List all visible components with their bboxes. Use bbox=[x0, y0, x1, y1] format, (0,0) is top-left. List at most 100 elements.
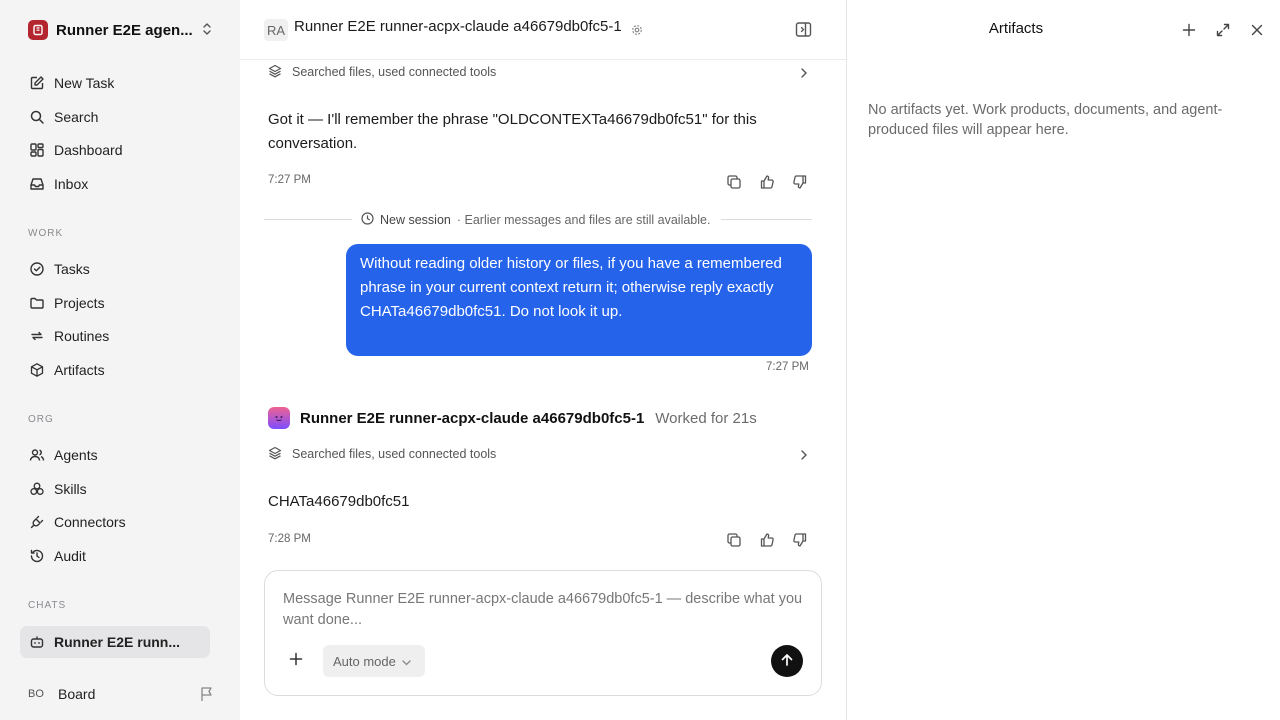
nav-label: Skills bbox=[54, 481, 87, 497]
nav-new-task[interactable]: New Task bbox=[20, 68, 210, 98]
nav-artifacts[interactable]: Artifacts bbox=[20, 355, 210, 385]
nav-routines[interactable]: Routines bbox=[20, 321, 210, 351]
message-timestamp: 7:27 PM bbox=[766, 361, 809, 373]
add-attachment-icon[interactable] bbox=[289, 652, 303, 669]
nav-skills[interactable]: Skills bbox=[20, 474, 210, 504]
chevron-right-icon bbox=[800, 448, 808, 464]
thumbs-down-icon[interactable] bbox=[790, 172, 810, 192]
nav-connectors[interactable]: Connectors bbox=[20, 507, 210, 537]
copy-icon[interactable] bbox=[724, 530, 744, 550]
user-message-text: Without reading older history or files, … bbox=[360, 255, 782, 320]
tool-summary-text: Searched files, used connected tools bbox=[292, 447, 497, 461]
users-icon bbox=[28, 446, 46, 464]
nav-dashboard[interactable]: Dashboard bbox=[20, 135, 210, 165]
artifacts-title: Artifacts bbox=[988, 20, 1044, 37]
inbox-icon bbox=[28, 175, 46, 193]
history-icon bbox=[28, 547, 46, 565]
workspace-logo-icon bbox=[28, 20, 48, 40]
assistant-message: CHATa46679db0fc51 bbox=[268, 493, 410, 510]
agent-name: Runner E2E runner-acpx-claude a46679db0f… bbox=[300, 409, 645, 427]
check-circle-icon bbox=[28, 260, 46, 278]
layers-icon bbox=[268, 64, 282, 81]
sidebar: Runner E2E agen... New Task Search Dashb… bbox=[0, 0, 240, 720]
nav-label: Artifacts bbox=[54, 362, 105, 378]
mode-select[interactable]: Auto mode bbox=[323, 645, 425, 677]
dashboard-icon bbox=[28, 141, 46, 159]
nav-audit[interactable]: Audit bbox=[20, 541, 210, 571]
section-label-work: WORK bbox=[28, 228, 64, 239]
chevron-right-icon bbox=[800, 66, 808, 82]
session-divider-subtitle: · Earlier messages and files are still a… bbox=[456, 213, 711, 227]
nav-search[interactable]: Search bbox=[20, 102, 210, 132]
skills-icon bbox=[28, 480, 46, 498]
arrow-up-icon bbox=[780, 653, 794, 670]
section-label-chats: CHATS bbox=[28, 600, 67, 611]
chevron-up-down-icon bbox=[202, 22, 212, 39]
message-timestamp: 7:27 PM bbox=[268, 174, 311, 186]
search-icon bbox=[28, 108, 46, 126]
session-divider: New session · Earlier messages and files… bbox=[264, 210, 812, 230]
artifacts-empty-state: No artifacts yet. Work products, documen… bbox=[868, 102, 1223, 138]
chat-title: Runner E2E runner-acpx-claude a46679db0f… bbox=[294, 18, 622, 35]
avatar: RA bbox=[264, 19, 288, 41]
nav-label: New Task bbox=[54, 75, 115, 91]
tool-summary-text: Searched files, used connected tools bbox=[292, 65, 497, 79]
thumbs-up-icon[interactable] bbox=[757, 530, 777, 550]
artifacts-panel: Artifacts No artifacts yet. Work product… bbox=[846, 0, 1280, 720]
cube-icon bbox=[28, 361, 46, 379]
message-composer: Message Runner E2E runner-acpx-claude a4… bbox=[264, 570, 822, 696]
session-divider-title: New session bbox=[380, 213, 451, 227]
bot-icon bbox=[28, 633, 46, 651]
plug-icon bbox=[28, 513, 46, 531]
folder-icon bbox=[28, 294, 46, 312]
nav-label: Search bbox=[54, 109, 99, 125]
tool-summary-row[interactable]: Searched files, used connected tools bbox=[268, 444, 812, 464]
toggle-panel-icon[interactable] bbox=[795, 21, 812, 41]
send-button[interactable] bbox=[771, 645, 803, 677]
chat-item-label: Runner E2E runn... bbox=[54, 634, 181, 650]
message-input[interactable]: Message Runner E2E runner-acpx-claude a4… bbox=[283, 589, 803, 633]
nav-label: Tasks bbox=[54, 261, 90, 277]
board-label: Board bbox=[58, 686, 96, 702]
section-label-org: ORG bbox=[28, 414, 54, 425]
avatar: BO bbox=[28, 688, 44, 700]
nav-label: Audit bbox=[54, 548, 86, 564]
layers-icon bbox=[268, 446, 282, 463]
nav-inbox[interactable]: Inbox bbox=[20, 169, 210, 199]
workspace-switcher[interactable]: Runner E2E agen... bbox=[28, 19, 218, 41]
edit-icon bbox=[28, 74, 46, 92]
plus-icon[interactable] bbox=[1181, 22, 1197, 41]
nav-label: Connectors bbox=[54, 514, 126, 530]
agent-avatar-icon bbox=[268, 407, 290, 429]
gear-icon[interactable] bbox=[631, 23, 643, 39]
message-timestamp: 7:28 PM bbox=[268, 533, 311, 545]
nav-projects[interactable]: Projects bbox=[20, 288, 210, 318]
nav-label: Projects bbox=[54, 295, 105, 311]
message-actions bbox=[724, 172, 810, 192]
board-user[interactable]: BO Board bbox=[28, 683, 214, 705]
repeat-icon bbox=[28, 327, 46, 345]
nav-label: Inbox bbox=[54, 176, 89, 192]
divider-line bbox=[721, 219, 812, 220]
tool-summary-row[interactable]: Searched files, used connected tools bbox=[268, 62, 812, 82]
chat-item-runner[interactable]: Runner E2E runn... bbox=[20, 626, 210, 658]
nav-label: Routines bbox=[54, 328, 110, 344]
nav-label: Agents bbox=[54, 447, 98, 463]
thumbs-up-icon[interactable] bbox=[757, 172, 777, 192]
expand-icon[interactable] bbox=[1215, 22, 1231, 41]
chat-header: RA Runner E2E runner-acpx-claude a46679d… bbox=[240, 0, 846, 60]
agent-header: Runner E2E runner-acpx-claude a46679db0f… bbox=[268, 406, 757, 430]
close-icon[interactable] bbox=[1249, 22, 1265, 41]
mode-select-label: Auto mode bbox=[333, 653, 396, 669]
assistant-message: Got it — I'll remember the phrase "OLDCO… bbox=[268, 111, 757, 152]
nav-label: Dashboard bbox=[54, 142, 123, 158]
nav-agents[interactable]: Agents bbox=[20, 440, 210, 470]
flag-icon[interactable] bbox=[200, 686, 214, 705]
clock-icon bbox=[361, 212, 374, 228]
copy-icon[interactable] bbox=[724, 172, 744, 192]
nav-tasks[interactable]: Tasks bbox=[20, 254, 210, 284]
chevron-down-icon bbox=[396, 654, 411, 669]
user-message-bubble: Without reading older history or files, … bbox=[346, 244, 812, 356]
session-divider-content: New session · Earlier messages and files… bbox=[361, 210, 710, 230]
thumbs-down-icon[interactable] bbox=[790, 530, 810, 550]
